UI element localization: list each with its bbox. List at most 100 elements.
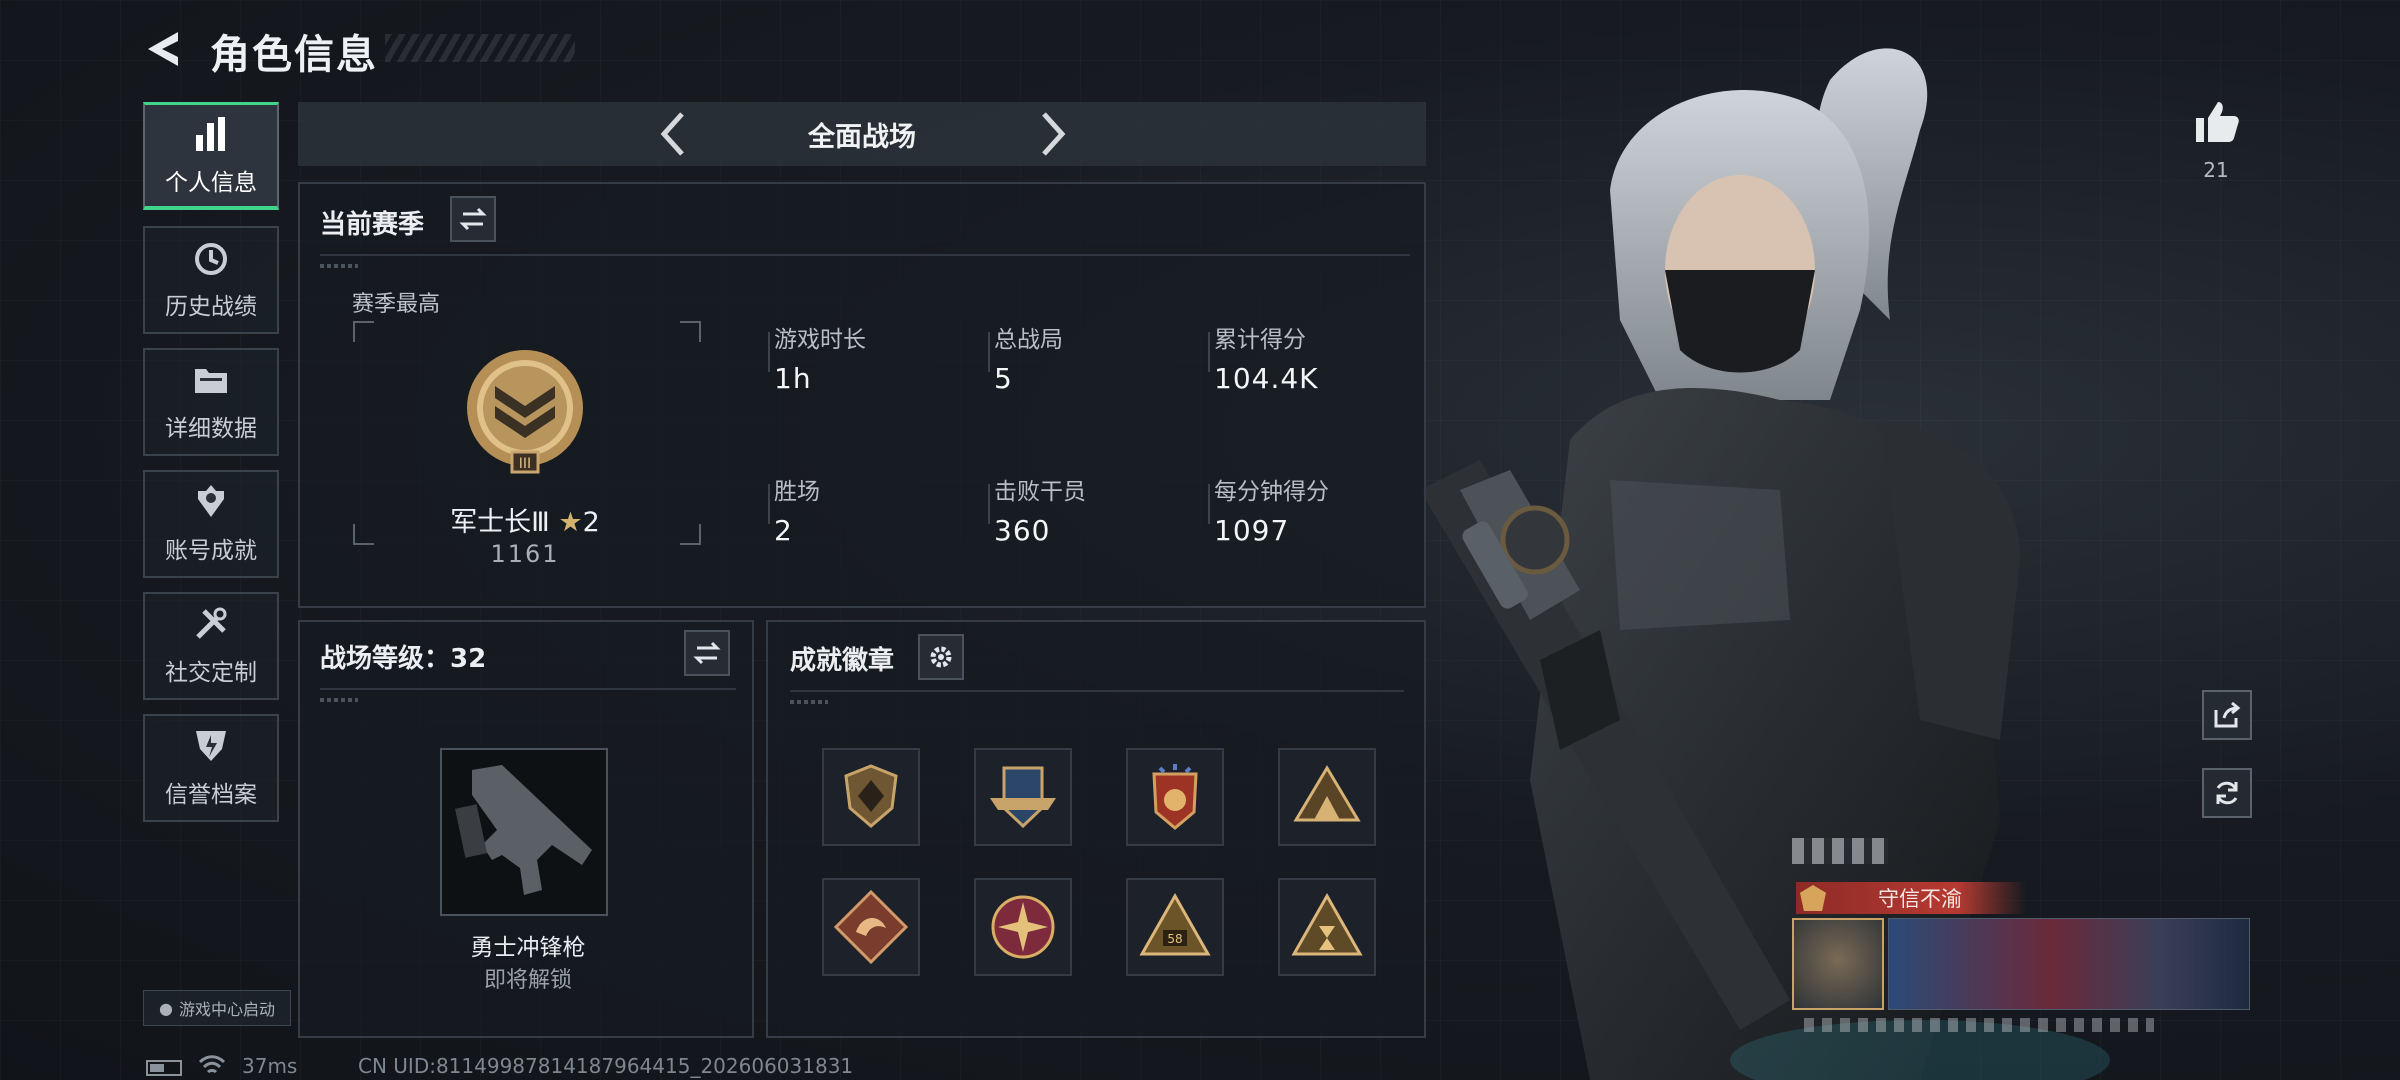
stat-total-score-label: 累计得分 bbox=[1214, 327, 1306, 353]
title-decoration bbox=[385, 34, 575, 62]
level-panel: 战场等级：32 勇士冲锋枪 即将解锁 bbox=[298, 620, 754, 1038]
reputation-emblem-icon bbox=[1800, 885, 1826, 911]
weapon-status: 即将解锁 bbox=[483, 968, 572, 993]
credit-shield-icon bbox=[196, 731, 226, 761]
achievement-badge[interactable] bbox=[1278, 748, 1376, 846]
game-center-launch-button[interactable]: ● 游戏中心启动 bbox=[143, 990, 291, 1026]
badge-heading: 成就徽章 bbox=[790, 646, 895, 676]
bar-chart-icon bbox=[196, 116, 225, 151]
sidebar-item-credit[interactable]: 信誉档案 bbox=[143, 714, 279, 822]
achievement-badge[interactable] bbox=[1278, 878, 1376, 976]
weapon-reward-card[interactable] bbox=[440, 748, 608, 916]
rank-stars: 2 bbox=[582, 507, 600, 538]
rank-emblem-icon: III bbox=[467, 350, 583, 474]
achievement-badge[interactable]: 58 bbox=[1126, 878, 1224, 976]
wifi-icon bbox=[198, 1055, 226, 1074]
gear-icon bbox=[930, 646, 952, 668]
like-count: 21 bbox=[2203, 158, 2229, 182]
stat-divider bbox=[1208, 332, 1210, 372]
refresh-icon bbox=[2216, 781, 2238, 805]
level-switch-button[interactable] bbox=[684, 630, 730, 676]
dash-decoration bbox=[320, 264, 358, 268]
sidebar-item-achievements[interactable]: 账号成就 bbox=[143, 470, 279, 578]
launch-label: 游戏中心启动 bbox=[178, 1000, 275, 1019]
stat-score-per-min-value: 1097 bbox=[1214, 514, 1290, 547]
sidebar-item-detail-data[interactable]: 详细数据 bbox=[143, 348, 279, 456]
stat-divider bbox=[768, 332, 770, 372]
divider bbox=[320, 254, 1410, 256]
stat-total-matches-label: 总战局 bbox=[994, 327, 1063, 353]
stat-kills-value: 360 bbox=[994, 514, 1051, 547]
achievement-badge[interactable] bbox=[822, 748, 920, 846]
thumbs-up-icon bbox=[2196, 102, 2239, 142]
dash-decoration bbox=[320, 698, 358, 702]
season-switch-button[interactable] bbox=[450, 196, 496, 242]
sidebar-item-label: 社交定制 bbox=[165, 660, 257, 686]
refresh-button[interactable] bbox=[2202, 768, 2252, 818]
achievement-badge[interactable] bbox=[974, 878, 1072, 976]
season-heading: 当前赛季 bbox=[320, 210, 425, 240]
weapon-name: 勇士冲锋枪 bbox=[470, 935, 586, 961]
number-58-badge-icon: 58 bbox=[1139, 892, 1211, 956]
reputation-label: 守信不渝 bbox=[1878, 887, 1962, 911]
sidebar-item-social[interactable]: 社交定制 bbox=[143, 592, 279, 700]
rank-name: 军士长Ⅲ bbox=[450, 507, 550, 538]
achievement-badge[interactable] bbox=[822, 878, 920, 976]
stat-divider bbox=[1208, 484, 1210, 524]
wings-badge-icon bbox=[990, 766, 1056, 829]
timer-badge-icon bbox=[1291, 892, 1363, 956]
sidebar-item-label: 信誉档案 bbox=[165, 782, 257, 808]
battery-icon bbox=[146, 1060, 182, 1076]
cross-badge-icon bbox=[991, 895, 1055, 959]
blurred-player-info bbox=[1804, 1018, 2154, 1032]
chevron-right-icon[interactable] bbox=[1028, 110, 1076, 158]
back-arrow-icon[interactable] bbox=[140, 26, 186, 72]
sidebar-item-label: 历史战绩 bbox=[165, 294, 257, 320]
stat-divider bbox=[768, 484, 770, 524]
stat-total-score-value: 104.4K bbox=[1214, 362, 1319, 395]
uid-text: CN UID:81149987814187964415_202606031831 bbox=[358, 1054, 854, 1078]
dragon-badge-icon bbox=[833, 889, 909, 965]
tent-badge-icon bbox=[1293, 765, 1361, 822]
stat-total-matches-value: 5 bbox=[994, 362, 1013, 395]
divider bbox=[320, 688, 736, 690]
stat-playtime-label: 游戏时长 bbox=[774, 327, 866, 353]
stat-divider bbox=[988, 332, 990, 372]
player-banner-card[interactable] bbox=[1888, 918, 2250, 1010]
tools-icon bbox=[196, 607, 227, 639]
season-best-label: 赛季最高 bbox=[352, 292, 441, 317]
sidebar-item-label: 账号成就 bbox=[165, 538, 257, 564]
level-heading: 战场等级：32 bbox=[320, 644, 487, 674]
rank-name-row: 军士长Ⅲ ★2 bbox=[380, 500, 670, 539]
achievement-badge[interactable] bbox=[974, 748, 1072, 846]
svg-text:III: III bbox=[519, 456, 531, 472]
swap-arrows-icon bbox=[693, 641, 721, 665]
history-clock-icon bbox=[195, 243, 227, 275]
divider bbox=[790, 690, 1404, 692]
sidebar-item-personal-info[interactable]: 个人信息 bbox=[143, 102, 279, 210]
dash-decoration bbox=[790, 700, 828, 704]
stat-score-per-min-label: 每分钟得分 bbox=[1214, 479, 1329, 505]
player-avatar[interactable] bbox=[1792, 918, 1884, 1010]
like-control[interactable]: 21 bbox=[2186, 96, 2246, 182]
chevron-left-icon[interactable] bbox=[650, 110, 698, 158]
star-icon: ★ bbox=[558, 507, 583, 538]
rank-points: 1161 bbox=[490, 540, 560, 568]
badge-settings-button[interactable] bbox=[918, 634, 964, 680]
badge-panel: 成就徽章 58 bbox=[766, 620, 1426, 1038]
star-badge-icon bbox=[1152, 764, 1198, 830]
stat-playtime-value: 1h bbox=[774, 362, 812, 395]
sidebar-item-label: 详细数据 bbox=[165, 416, 257, 442]
shield-badge-icon bbox=[844, 764, 898, 828]
stat-divider bbox=[988, 484, 990, 524]
mode-title: 全面战场 bbox=[808, 121, 916, 153]
sidebar-item-history[interactable]: 历史战绩 bbox=[143, 226, 279, 334]
season-panel: 当前赛季 赛季最高 III 军士长Ⅲ ★2 1161 游戏时长 1h 总战局 5… bbox=[298, 182, 1426, 608]
achievement-badge[interactable] bbox=[1126, 748, 1224, 846]
stat-kills-label: 击败干员 bbox=[994, 479, 1086, 505]
chat-bubble-icon: ● bbox=[159, 998, 173, 1018]
reputation-banner: 守信不渝 bbox=[1796, 882, 2026, 914]
swap-arrows-icon bbox=[459, 207, 487, 231]
share-button[interactable] bbox=[2202, 690, 2252, 740]
achievement-icon bbox=[198, 485, 224, 517]
